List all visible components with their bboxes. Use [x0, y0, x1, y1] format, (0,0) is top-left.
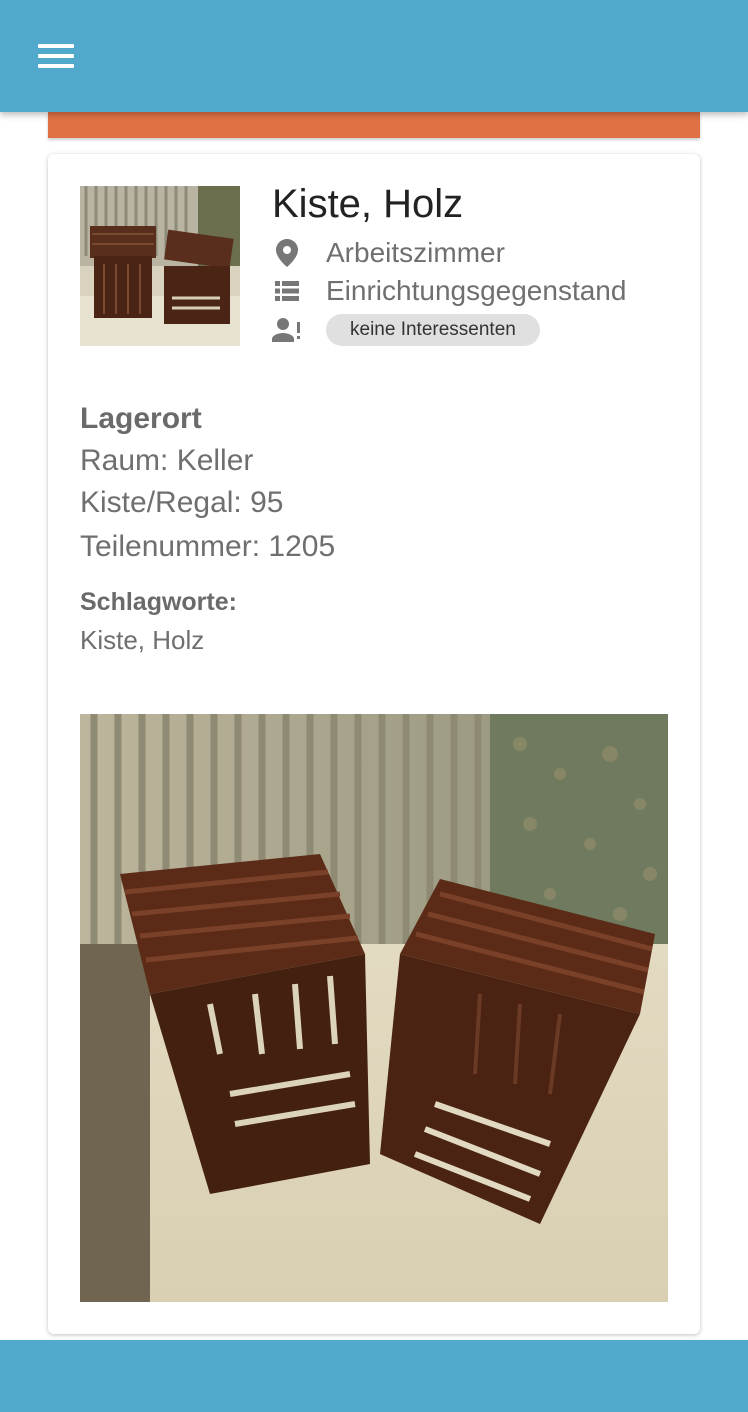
list-icon	[272, 276, 302, 306]
item-thumbnail[interactable]	[80, 186, 240, 346]
bottom-bar	[0, 1340, 748, 1412]
storage-room: Raum: Keller	[80, 444, 254, 477]
category-label: Einrichtungsgegenstand	[326, 275, 627, 306]
app-bar	[0, 0, 748, 112]
item-photo[interactable]	[80, 714, 668, 1302]
location-pin-icon	[272, 238, 302, 268]
storage-heading: Lagerort	[80, 402, 202, 435]
hamburger-menu-icon[interactable]	[26, 30, 86, 82]
storage-part-number: Teilenummer: 1205	[80, 530, 336, 563]
interest-row: keine Interessenten	[272, 313, 540, 347]
person-alert-icon	[272, 315, 302, 345]
storage-box-shelf: Kiste/Regal: 95	[80, 486, 284, 519]
item-card: Kiste, Holz Arbeitszimmer Einrichtungsge…	[48, 154, 700, 1334]
item-title: Kiste, Holz	[272, 182, 464, 226]
accent-strip	[48, 112, 700, 138]
tags-value: Kiste, Holz	[80, 625, 205, 655]
interest-chip[interactable]: keine Interessenten	[326, 314, 540, 346]
tags-heading: Schlagworte:	[80, 588, 237, 616]
room-row: Arbeitszimmer	[272, 236, 505, 270]
room-label: Arbeitszimmer	[326, 237, 505, 268]
category-row: Einrichtungsgegenstand	[272, 274, 626, 308]
